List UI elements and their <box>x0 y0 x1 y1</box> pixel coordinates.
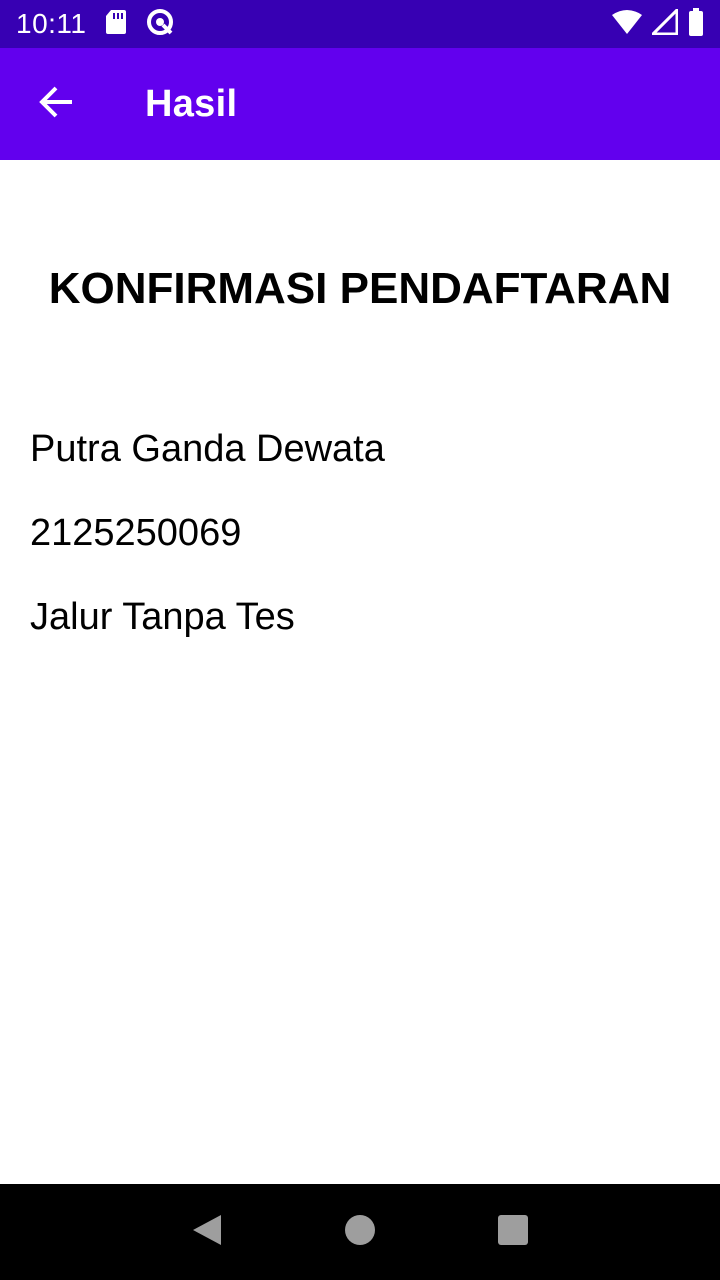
status-time: 10:11 <box>16 8 87 39</box>
nav-recents-button[interactable] <box>483 1202 543 1262</box>
battery-icon <box>688 7 704 41</box>
status-bar: 10:11 <box>0 0 720 48</box>
recents-square-icon <box>498 1214 529 1250</box>
app-bar: Hasil <box>0 48 720 160</box>
system-nav-bar <box>0 1184 720 1280</box>
back-button[interactable] <box>0 48 112 160</box>
arrow-back-icon <box>38 84 74 125</box>
vpn-icon <box>145 7 175 42</box>
back-triangle-icon <box>191 1213 223 1252</box>
nav-back-button[interactable] <box>177 1202 237 1262</box>
signal-icon <box>649 5 679 40</box>
sd-card-icon <box>105 9 127 40</box>
wifi-icon <box>612 9 642 40</box>
page-title: Hasil <box>145 82 238 125</box>
main-content: KONFIRMASI PENDAFTARAN Putra Ganda Dewat… <box>0 160 720 1184</box>
registration-path: Jalur Tanpa Tes <box>30 596 295 638</box>
registrant-id: 2125250069 <box>30 512 242 554</box>
nav-home-button[interactable] <box>330 1202 390 1262</box>
registrant-name: Putra Ganda Dewata <box>30 428 385 470</box>
confirmation-heading: KONFIRMASI PENDAFTARAN <box>48 264 672 313</box>
home-circle-icon <box>344 1214 376 1251</box>
